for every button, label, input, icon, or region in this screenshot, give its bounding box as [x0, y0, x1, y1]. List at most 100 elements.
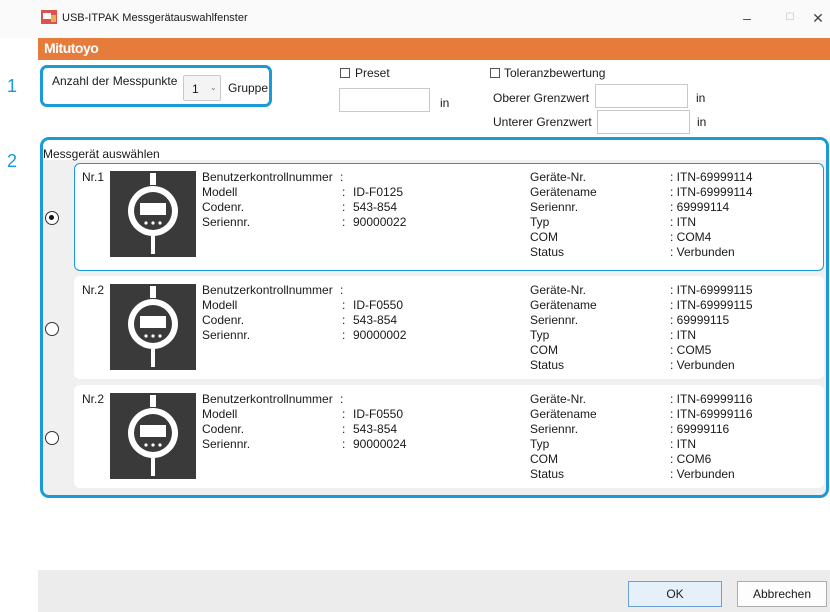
device-info-value: : Verbunden — [670, 245, 735, 259]
device-info-value: : ITN — [670, 328, 696, 342]
device-info-value: : Verbunden — [670, 358, 735, 372]
device-info-label: COM — [530, 230, 558, 244]
device-field-value: ID-F0125 — [353, 185, 404, 199]
device-field-colon: : — [342, 185, 346, 199]
device-number: Nr.1 — [82, 170, 105, 184]
device-info-label: Gerätename — [530, 298, 597, 312]
device-info-value: : ITN — [670, 215, 696, 229]
device-info-value: : 69999115 — [670, 313, 730, 327]
device-info-label: Typ — [530, 437, 550, 451]
device-field-colon: : — [342, 437, 346, 451]
device-info-value: : ITN-69999116 — [670, 407, 753, 421]
device-field-colon: : — [342, 298, 346, 312]
device-radio[interactable] — [45, 211, 59, 225]
points-select-value: 1 — [192, 82, 199, 96]
device-field-label: Codenr. — [202, 422, 245, 436]
device-field-label: Seriennr. — [202, 437, 251, 451]
device-info-label: Gerätename — [530, 407, 597, 421]
device-field-colon: : — [342, 328, 346, 342]
upper-limit-label: Oberer Grenzwert — [493, 91, 590, 105]
device-field-value: 543-854 — [353, 200, 398, 214]
device-radio[interactable] — [45, 431, 59, 445]
dial-indicator-icon — [110, 284, 196, 370]
upper-limit-unit: in — [696, 91, 706, 105]
dial-indicator-icon — [110, 393, 196, 479]
window-title: USB-ITPAK Messgerätauswahlfenster — [62, 12, 248, 24]
dial-indicator-icon — [110, 171, 196, 257]
tolerance-label: Toleranzbewertung — [504, 66, 606, 80]
points-select[interactable]: 1 ⌄ — [183, 75, 221, 101]
device-field-label: Benutzerkontrollnummer — [202, 283, 333, 297]
device-number: Nr.2 — [82, 392, 105, 406]
lower-limit-unit: in — [697, 115, 707, 129]
device-field-value: 543-854 — [353, 422, 398, 436]
device-field-value: 90000022 — [353, 215, 407, 229]
device-info-value: : COM6 — [670, 452, 712, 466]
device-info-label: Seriennr. — [530, 200, 579, 214]
lower-limit-input[interactable] — [597, 110, 690, 134]
device-field-value: 543-854 — [353, 313, 398, 327]
device-field-value: ID-F0550 — [353, 298, 404, 312]
device-field-colon: : — [342, 200, 346, 214]
device-number: Nr.2 — [82, 283, 105, 297]
device-field-value: 90000002 — [353, 328, 407, 342]
device-info-label: COM — [530, 452, 558, 466]
device-info-label: Typ — [530, 328, 550, 342]
device-info-label: Status — [530, 358, 565, 372]
device-field-label: Benutzerkontrollnummer — [202, 392, 333, 406]
device-info-value: : COM5 — [670, 343, 712, 357]
ok-button[interactable]: OK — [628, 581, 722, 607]
device-field-colon: : — [340, 283, 344, 297]
device-info-label: Seriennr. — [530, 422, 579, 436]
cancel-button[interactable]: Abbrechen — [737, 581, 827, 607]
device-field-value: 90000024 — [353, 437, 407, 451]
minimize-button[interactable]: – — [737, 8, 757, 28]
group-label: Gruppe — [228, 81, 269, 95]
preset-label: Preset — [355, 66, 390, 80]
device-info-value: : COM4 — [670, 230, 712, 244]
device-field-label: Seriennr. — [202, 215, 251, 229]
device-field-colon: : — [342, 407, 346, 421]
device-field-label: Seriennr. — [202, 328, 251, 342]
device-info-label: Seriennr. — [530, 313, 579, 327]
callout-1: 1 — [7, 76, 18, 96]
preset-unit: in — [440, 96, 450, 110]
device-field-colon: : — [340, 170, 344, 184]
chevron-down-icon: ⌄ — [210, 83, 217, 92]
device-info-label: Geräte-Nr. — [530, 392, 587, 406]
device-info-label: COM — [530, 343, 558, 357]
device-info-value: : 69999116 — [670, 422, 730, 436]
close-button[interactable]: ✕ — [808, 8, 828, 28]
preset-input[interactable] — [339, 88, 430, 112]
upper-limit-input[interactable] — [595, 84, 688, 108]
device-field-colon: : — [342, 215, 346, 229]
device-section-title: Messgerät auswählen — [43, 147, 160, 161]
device-info-value: : ITN-69999116 — [670, 392, 753, 406]
radio-dot — [49, 215, 54, 220]
device-field-label: Codenr. — [202, 200, 245, 214]
device-info-value: : ITN — [670, 437, 696, 451]
device-info-label: Status — [530, 245, 565, 259]
lower-limit-label: Unterer Grenzwert — [493, 115, 592, 129]
device-info-value: : ITN-69999114 — [670, 185, 753, 199]
device-info-label: Geräte-Nr. — [530, 170, 587, 184]
maximize-button[interactable]: ☐ — [780, 8, 800, 28]
device-field-colon: : — [342, 422, 346, 436]
app-icon — [41, 10, 57, 24]
device-field-label: Modell — [202, 185, 238, 199]
tolerance-checkbox[interactable] — [490, 68, 500, 78]
device-field-colon: : — [340, 392, 344, 406]
device-field-label: Modell — [202, 407, 238, 421]
device-radio[interactable] — [45, 322, 59, 336]
points-label: Anzahl der Messpunkte — [52, 74, 178, 88]
device-info-value: : ITN-69999114 — [670, 170, 753, 184]
device-info-label: Geräte-Nr. — [530, 283, 587, 297]
device-info-value: : ITN-69999115 — [670, 298, 753, 312]
preset-checkbox[interactable] — [340, 68, 350, 78]
device-info-value: : Verbunden — [670, 467, 735, 481]
device-field-label: Benutzerkontrollnummer — [202, 170, 333, 184]
brand-logo: Mitutoyo — [44, 40, 99, 56]
device-field-colon: : — [342, 313, 346, 327]
callout-2: 2 — [7, 151, 18, 171]
device-field-value: ID-F0550 — [353, 407, 404, 421]
